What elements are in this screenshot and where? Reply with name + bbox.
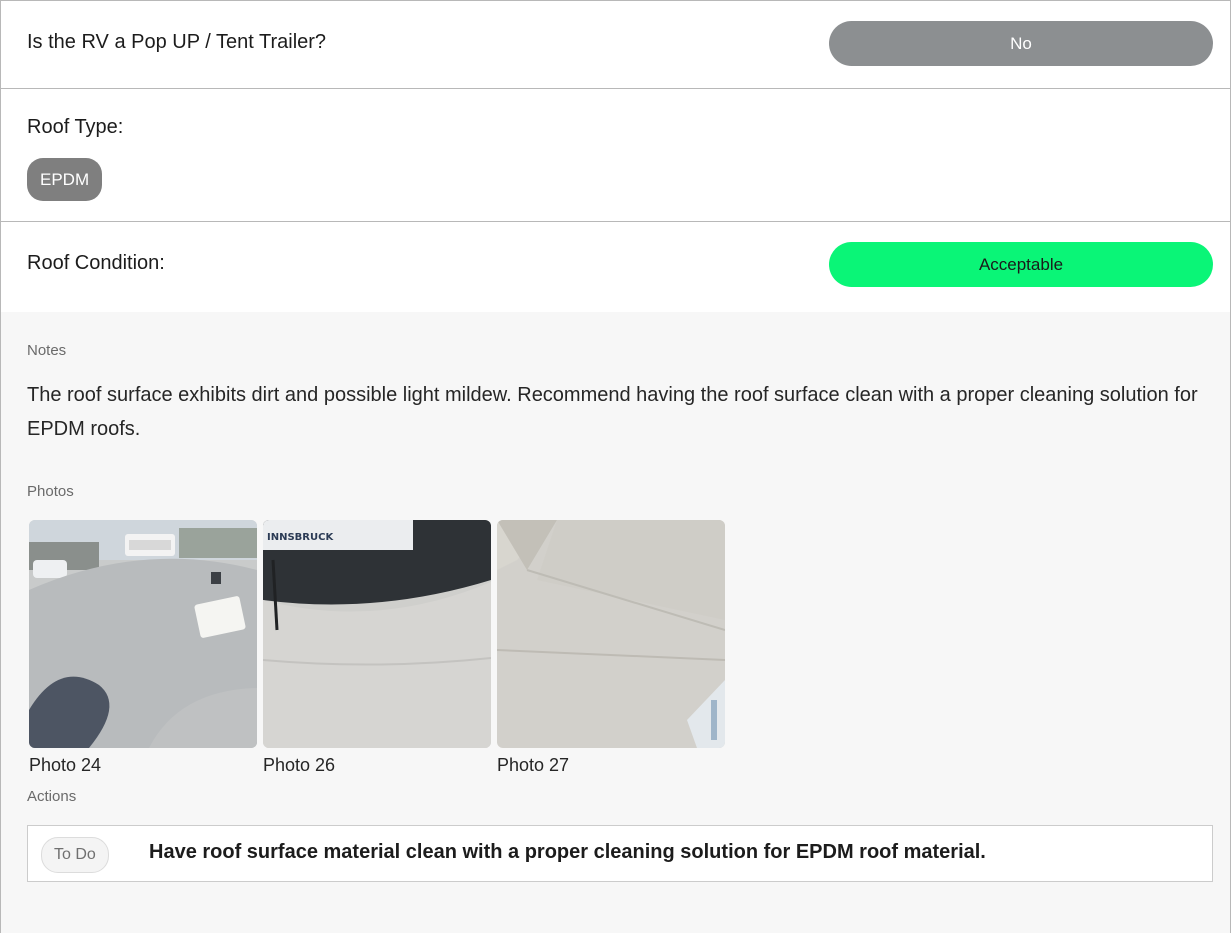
question-row-roof-condition: Roof Condition: Acceptable [1,222,1230,312]
notes-text: The roof surface exhibits dirt and possi… [27,384,1198,440]
question-label: Roof Condition: [27,252,165,274]
question-row-roof-type: Roof Type: EPDM [1,89,1230,222]
answer-pill-acceptable[interactable]: Acceptable [829,242,1213,287]
action-item[interactable]: To Do Have roof surface material clean w… [27,825,1213,882]
roof-type-chip[interactable]: EPDM [27,158,103,201]
photo-thumbnail[interactable] [29,520,257,748]
photo-thumbnail[interactable] [497,520,725,748]
question-row-popup: Is the RV a Pop UP / Tent Trailer? No [1,0,1230,89]
svg-text:INNSBRUCK: INNSBRUCK [267,532,334,543]
photo-caption: Photo 24 [29,755,102,775]
question-label: Is the RV a Pop UP / Tent Trailer? [27,31,327,53]
photos-label: Photos [27,483,74,500]
photo-caption: Photo 26 [263,755,336,775]
photo-thumbnail[interactable]: INNSBRUCK [263,520,491,748]
actions-label: Actions [27,788,77,805]
action-text: Have roof surface material clean with a … [149,841,986,863]
roof-photo-image: INNSBRUCK [263,520,491,748]
notes-label: Notes [27,342,67,359]
condition-details: Notes The roof surface exhibits dirt and… [1,312,1230,933]
answer-pill-no[interactable]: No [829,21,1213,66]
question-label: Roof Type: [27,116,124,138]
photo-caption: Photo 27 [497,755,570,775]
roof-photo-image [497,520,725,748]
inspection-panel: Is the RV a Pop UP / Tent Trailer? No Ro… [0,0,1231,933]
todo-status-badge[interactable]: To Do [41,837,109,873]
roof-photo-image [29,520,257,748]
